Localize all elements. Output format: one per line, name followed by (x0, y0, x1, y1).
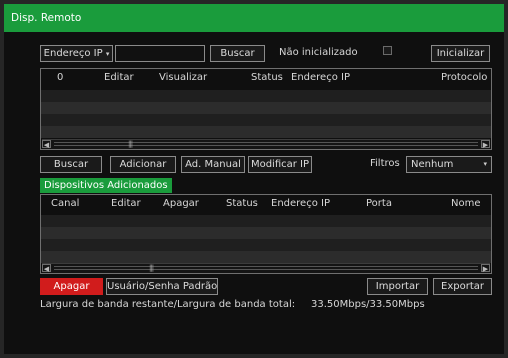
ip-search-input[interactable] (115, 45, 205, 62)
column-header: Editar (104, 72, 134, 83)
discovered-devices-table: 0 Editar Visualizar Status Endereço IP P… (40, 68, 492, 150)
export-button[interactable]: Exportar (433, 278, 492, 295)
column-header: Canal (51, 198, 80, 209)
uninitialized-checkbox[interactable] (383, 46, 392, 55)
horizontal-scrollbar[interactable]: ◀ ||| ▶ (42, 263, 490, 273)
column-header: Nome (451, 198, 481, 209)
table-row[interactable] (41, 126, 491, 138)
table-row[interactable] (41, 215, 491, 227)
delete-button[interactable]: Apagar (40, 278, 103, 295)
added-devices-table: Canal Editar Apagar Status Endereço IP P… (40, 194, 492, 274)
dropdown-arrow-icon: ▾ (105, 50, 110, 58)
column-header: Visualizar (159, 72, 208, 83)
arrow-right-icon[interactable]: ▶ (481, 140, 490, 149)
bandwidth-label: Largura de banda restante/Largura de ban… (40, 299, 296, 310)
arrow-left-icon[interactable]: ◀ (42, 264, 51, 273)
search-devices-button[interactable]: Buscar (40, 156, 102, 173)
column-header: Porta (366, 198, 392, 209)
initialize-button[interactable]: Inicializar (431, 45, 490, 62)
column-header: Endereço IP (271, 198, 330, 209)
column-header: 0 (57, 72, 64, 83)
filter-type-dropdown[interactable]: Endereço IP ▾ (40, 45, 113, 62)
added-devices-title: Dispositivos Adicionados (40, 178, 172, 193)
filter-value: Nenhum (411, 159, 454, 170)
table-header: 0 Editar Visualizar Status Endereço IP P… (41, 69, 491, 87)
column-header: Apagar (163, 198, 199, 209)
default-credentials-button[interactable]: Usuário/Senha Padrão (106, 278, 218, 295)
arrow-right-icon[interactable]: ▶ (481, 264, 490, 273)
table-row[interactable] (41, 102, 491, 114)
scroll-grip-icon[interactable]: ||| (149, 264, 154, 272)
table-row[interactable] (41, 239, 491, 251)
modify-ip-button[interactable]: Modificar IP (248, 156, 312, 173)
window-title: Disp. Remoto (4, 4, 504, 32)
search-button[interactable]: Buscar (210, 45, 265, 62)
table-row[interactable] (41, 114, 491, 126)
arrow-left-icon[interactable]: ◀ (42, 140, 51, 149)
filter-type-label: Endereço IP (43, 48, 103, 59)
table-row[interactable] (41, 227, 491, 239)
column-header: Endereço IP (291, 72, 350, 83)
filter-dropdown[interactable]: Nenhum ▾ (406, 156, 492, 173)
horizontal-scrollbar[interactable]: ◀ ||| ▶ (42, 139, 490, 149)
column-header: Protocolo (441, 72, 488, 83)
column-header: Editar (111, 198, 141, 209)
import-button[interactable]: Importar (367, 278, 428, 295)
scrollbar-track[interactable] (54, 266, 478, 270)
uninitialized-label: Não inicializado (279, 47, 358, 58)
table-row[interactable] (41, 251, 491, 263)
table-header: Canal Editar Apagar Status Endereço IP P… (41, 195, 491, 213)
bandwidth-value: 33.50Mbps/33.50Mbps (311, 299, 425, 310)
scroll-grip-icon[interactable]: ||| (128, 140, 133, 148)
dropdown-arrow-icon: ▾ (483, 160, 487, 168)
scrollbar-track[interactable] (54, 142, 478, 146)
manual-add-button[interactable]: Ad. Manual (181, 156, 245, 173)
add-button[interactable]: Adicionar (110, 156, 176, 173)
table-row[interactable] (41, 90, 491, 102)
column-header: Status (251, 72, 283, 83)
filter-label: Filtros (370, 158, 400, 169)
column-header: Status (226, 198, 258, 209)
